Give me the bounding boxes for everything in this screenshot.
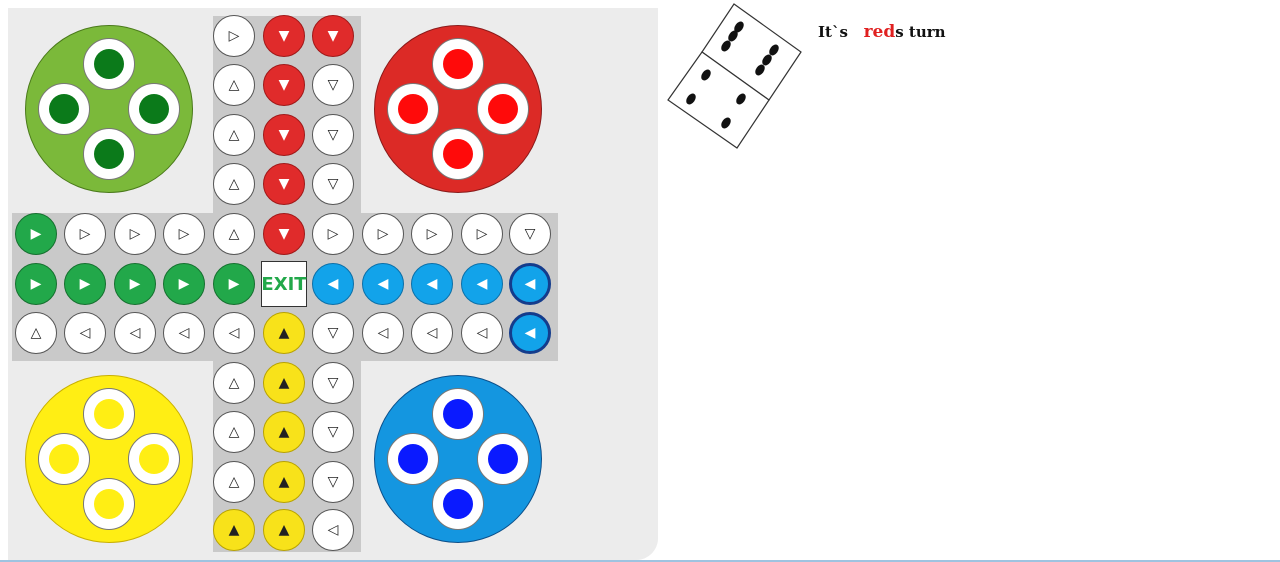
board-cell-green[interactable]: ▶ bbox=[163, 263, 205, 305]
board-cell-white[interactable]: △ bbox=[213, 114, 255, 156]
board-cell-yellow[interactable]: ▲ bbox=[263, 362, 305, 404]
board-cell-white[interactable]: △ bbox=[213, 64, 255, 106]
game-board: ▷ ▼ ▼ △ ▼ ▽ △ ▼ ▽ △ ▼ ▽ △ ▼ ▷ ▶ ▷ ▷ ▷ ▷ ▷ ▷ ▽ ▶ ▶ ▶ ▶ ▶ ◀ ◀ ◀ ◀ ◀ △ ◁ ◁ ◁ ◁ ▲ ▽… bbox=[8, 8, 658, 560]
turn-suffix: s turn bbox=[895, 23, 946, 41]
red-home-slot[interactable] bbox=[432, 38, 484, 90]
board-cell-white[interactable]: ▷ bbox=[213, 15, 255, 57]
red-piece[interactable] bbox=[443, 139, 473, 169]
green-home-slot[interactable] bbox=[128, 83, 180, 135]
board-cell-green[interactable]: ▶ bbox=[114, 263, 156, 305]
board-cell-green[interactable]: ▶ bbox=[213, 263, 255, 305]
yellow-piece[interactable] bbox=[49, 444, 79, 474]
board-cell-white[interactable]: △ bbox=[213, 461, 255, 503]
board-cell-white[interactable]: ▷ bbox=[461, 213, 503, 255]
board-cell-white[interactable]: ▽ bbox=[312, 461, 354, 503]
board-cell-white[interactable]: ▷ bbox=[163, 213, 205, 255]
board-cell-white[interactable]: ◁ bbox=[114, 312, 156, 354]
yellow-piece[interactable] bbox=[139, 444, 169, 474]
blue-home-slot[interactable] bbox=[432, 388, 484, 440]
board-cell-red[interactable]: ▼ bbox=[263, 64, 305, 106]
board-cell-white[interactable]: ◁ bbox=[312, 509, 354, 551]
board-cell-white[interactable]: ◁ bbox=[64, 312, 106, 354]
board-cell-red[interactable]: ▼ bbox=[263, 163, 305, 205]
board-cell-yellow[interactable]: ▲ bbox=[213, 509, 255, 551]
board-cell-red[interactable]: ▼ bbox=[312, 15, 354, 57]
board-cell-white[interactable]: ◁ bbox=[461, 312, 503, 354]
red-home-slot[interactable] bbox=[477, 83, 529, 135]
green-home-slot[interactable] bbox=[38, 83, 90, 135]
red-piece[interactable] bbox=[443, 49, 473, 79]
board-cell-yellow[interactable]: ▲ bbox=[263, 411, 305, 453]
board-cell-white[interactable]: ▽ bbox=[312, 362, 354, 404]
board-cell-white[interactable]: ▽ bbox=[312, 411, 354, 453]
current-player: red bbox=[863, 22, 896, 42]
board-cell-white[interactable]: ▷ bbox=[362, 213, 404, 255]
board-cell-green[interactable]: ▶ bbox=[15, 213, 57, 255]
green-home-slot[interactable] bbox=[83, 128, 135, 180]
red-home-base bbox=[374, 25, 542, 193]
red-piece[interactable] bbox=[398, 94, 428, 124]
board-cell-yellow[interactable]: ▲ bbox=[263, 509, 305, 551]
turn-prefix: It`s bbox=[818, 23, 848, 41]
blue-piece[interactable] bbox=[398, 444, 428, 474]
green-piece[interactable] bbox=[94, 139, 124, 169]
board-cell-blue[interactable]: ◀ bbox=[461, 263, 503, 305]
board-cell-white[interactable]: ▷ bbox=[411, 213, 453, 255]
blue-home-slot[interactable] bbox=[432, 478, 484, 530]
blue-home-base bbox=[374, 375, 542, 543]
board-cell-white[interactable]: ◁ bbox=[362, 312, 404, 354]
blue-home-slot[interactable] bbox=[387, 433, 439, 485]
board-cell-white[interactable]: △ bbox=[213, 362, 255, 404]
board-cell-red[interactable]: ▼ bbox=[263, 114, 305, 156]
board-cell-white[interactable]: ◁ bbox=[213, 312, 255, 354]
dice[interactable] bbox=[664, 2, 804, 152]
yellow-piece[interactable] bbox=[94, 489, 124, 519]
yellow-piece[interactable] bbox=[94, 399, 124, 429]
board-cell-blue[interactable]: ◀ bbox=[362, 263, 404, 305]
red-piece[interactable] bbox=[488, 94, 518, 124]
board-cell-white[interactable]: ◁ bbox=[411, 312, 453, 354]
yellow-home-slot[interactable] bbox=[128, 433, 180, 485]
board-cell-red[interactable]: ▼ bbox=[263, 15, 305, 57]
board-cell-white[interactable]: ◁ bbox=[163, 312, 205, 354]
board-cell-white[interactable]: △ bbox=[213, 163, 255, 205]
board-cell-white[interactable]: ▽ bbox=[312, 64, 354, 106]
green-piece[interactable] bbox=[49, 94, 79, 124]
blue-piece[interactable] bbox=[488, 444, 518, 474]
board-cell-white[interactable]: ▷ bbox=[312, 213, 354, 255]
board-cell-green[interactable]: ▶ bbox=[15, 263, 57, 305]
red-home-slot[interactable] bbox=[387, 83, 439, 135]
board-cell-green[interactable]: ▶ bbox=[64, 263, 106, 305]
board-cell-white[interactable]: ▽ bbox=[312, 312, 354, 354]
board-cell-white[interactable]: △ bbox=[213, 213, 255, 255]
blue-piece[interactable] bbox=[443, 399, 473, 429]
board-cell-yellow[interactable]: ▲ bbox=[263, 312, 305, 354]
exit-square: EXIT bbox=[261, 261, 307, 307]
board-cell-white[interactable]: △ bbox=[15, 312, 57, 354]
yellow-home-slot[interactable] bbox=[83, 388, 135, 440]
green-piece[interactable] bbox=[94, 49, 124, 79]
board-cell-white[interactable]: ▷ bbox=[64, 213, 106, 255]
green-home-slot[interactable] bbox=[83, 38, 135, 90]
red-home-slot[interactable] bbox=[432, 128, 484, 180]
green-piece[interactable] bbox=[139, 94, 169, 124]
board-cell-darkblue-ring[interactable]: ◀ bbox=[509, 263, 551, 305]
board-cell-blue[interactable]: ◀ bbox=[411, 263, 453, 305]
board-cell-yellow[interactable]: ▲ bbox=[263, 461, 305, 503]
yellow-home-slot[interactable] bbox=[38, 433, 90, 485]
board-cell-white[interactable]: ▽ bbox=[509, 213, 551, 255]
yellow-home-base bbox=[25, 375, 193, 543]
blue-home-slot[interactable] bbox=[477, 433, 529, 485]
turn-indicator: It`s reds turn bbox=[818, 22, 946, 42]
board-cell-white[interactable]: ▷ bbox=[114, 213, 156, 255]
board-cell-red[interactable]: ▼ bbox=[263, 213, 305, 255]
green-home-base bbox=[25, 25, 193, 193]
board-cell-darkblue-ring[interactable]: ◀ bbox=[509, 312, 551, 354]
board-cell-white[interactable]: ▽ bbox=[312, 114, 354, 156]
yellow-home-slot[interactable] bbox=[83, 478, 135, 530]
board-cell-white[interactable]: ▽ bbox=[312, 163, 354, 205]
board-cell-blue[interactable]: ◀ bbox=[312, 263, 354, 305]
blue-piece[interactable] bbox=[443, 489, 473, 519]
board-cell-white[interactable]: △ bbox=[213, 411, 255, 453]
